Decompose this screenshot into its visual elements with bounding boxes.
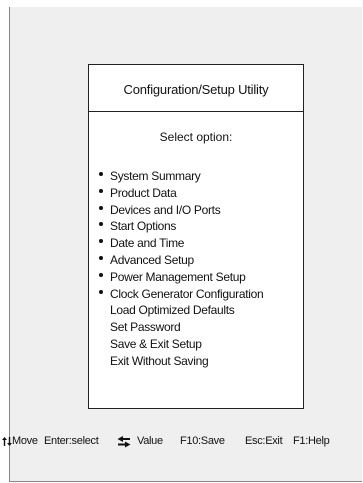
setup-screen: Configuration/Setup Utility Select optio… xyxy=(9,7,362,482)
menu-item-label: Clock Generator Configuration xyxy=(110,286,264,301)
menu-item-system-summary[interactable]: System Summary xyxy=(89,168,263,185)
bullet-icon xyxy=(99,205,103,210)
left-right-arrows-icon xyxy=(117,436,131,448)
esc-exit-key-label: Esc:Exit xyxy=(245,435,283,447)
menu-item-label: Advanced Setup xyxy=(110,252,194,267)
menu-item-label: Date and Time xyxy=(110,236,185,251)
move-key-label: Move xyxy=(12,435,38,447)
menu-item-label: Devices and I/O Ports xyxy=(110,202,221,217)
key-help-bar: Move Enter:select Value F10:Save Esc:Exi… xyxy=(0,433,363,449)
menu-item-label: System Summary xyxy=(110,169,201,183)
dialog-title: Configuration/Setup Utility xyxy=(123,82,269,97)
title-divider xyxy=(89,111,303,112)
enter-key-label: Enter:select xyxy=(44,435,99,447)
menu-item-start-options[interactable]: Start Options xyxy=(89,218,263,235)
value-key-label: Value xyxy=(137,435,163,447)
up-down-arrows-icon xyxy=(2,437,12,446)
bullet-icon xyxy=(99,222,103,227)
menu-item-load-optimized-defaults[interactable]: Load Optimized Defaults xyxy=(89,302,263,319)
menu-item-label: Load Optimized Defaults xyxy=(110,303,235,318)
bullet-icon xyxy=(99,255,103,260)
menu-item-label: Save & Exit Setup xyxy=(110,336,202,351)
menu-item-set-password[interactable]: Set Password xyxy=(89,319,263,336)
menu-item-label: Power Management Setup xyxy=(110,269,246,284)
menu-item-label: Product Data xyxy=(110,185,177,200)
menu-item-advanced-setup[interactable]: Advanced Setup xyxy=(89,252,263,269)
bullet-icon xyxy=(99,272,103,277)
bullet-icon xyxy=(99,239,103,244)
f10-save-key-label: F10:Save xyxy=(180,435,225,447)
bullet-icon xyxy=(99,172,103,176)
menu-item-label: Start Options xyxy=(110,219,177,234)
menu-item-date-time[interactable]: Date and Time xyxy=(89,235,263,252)
menu-item-clock-generator-configuration[interactable]: Clock Generator Configuration xyxy=(89,286,264,303)
f1-help-key-label: F1:Help xyxy=(293,435,330,447)
menu-item-save-exit-setup[interactable]: Save & Exit Setup xyxy=(89,336,263,353)
menu-item-product-data[interactable]: Product Data xyxy=(89,185,263,202)
menu-item-devices-io-ports[interactable]: Devices and I/O Ports xyxy=(89,202,263,219)
menu-item-exit-without-saving[interactable]: Exit Without Saving xyxy=(89,353,263,370)
bullet-icon xyxy=(99,188,103,193)
menu-item-power-management-setup[interactable]: Power Management Setup xyxy=(89,269,263,286)
menu-item-label: Exit Without Saving xyxy=(110,353,209,368)
select-option-prompt: Select option: xyxy=(159,130,233,144)
setup-menu-dialog: Configuration/Setup Utility Select optio… xyxy=(88,64,304,409)
bullet-icon xyxy=(99,289,103,294)
setup-menu: System Summary Product Data Devices and … xyxy=(89,168,264,370)
menu-item-label: Set Password xyxy=(110,320,181,335)
